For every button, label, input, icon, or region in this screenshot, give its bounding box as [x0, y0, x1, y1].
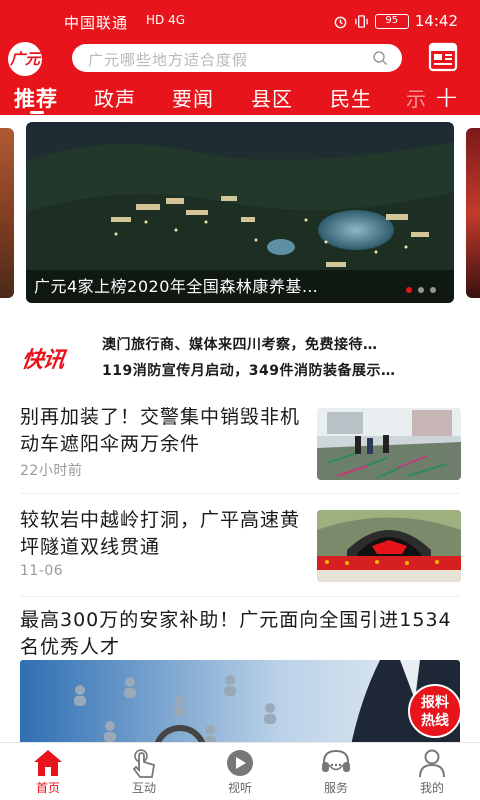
news-title: 较软岩中越岭打洞，广平高速黄坪隧道双线贯通 — [20, 509, 301, 558]
touch-icon — [132, 749, 156, 778]
nav-home[interactable]: 首页 — [0, 743, 96, 800]
news-title: 别再加装了！交警集中销毁非机动车遮阳伞两万余件 — [20, 406, 301, 455]
news-thumbnail — [317, 510, 461, 582]
divider — [20, 596, 460, 597]
vibrate-icon — [354, 14, 368, 28]
report-hotline-button[interactable]: 报料 热线 — [408, 684, 462, 738]
news-time: 11-06 — [20, 563, 64, 579]
search-bar[interactable]: 广元哪些地方适合度假 — [72, 44, 402, 72]
search-icon — [373, 51, 388, 66]
tab-zhengsheng[interactable]: 政声 — [94, 83, 136, 112]
previous-slide-peek[interactable] — [0, 128, 14, 298]
nav-media[interactable]: 视听 — [192, 743, 288, 800]
top-header: 中国联通 HD 4G 95 14:42 广元 广元哪些地方适合度假 推荐 政声 … — [0, 0, 480, 115]
flash-news-item[interactable]: 澳门旅行商、媒体来四川考察，免费接待… — [102, 334, 378, 354]
app-screen: 中国联通 HD 4G 95 14:42 广元 广元哪些地方适合度假 推荐 政声 … — [0, 0, 480, 800]
channel-tabs: 推荐 政声 要闻 县区 民生 示 + — [0, 80, 480, 115]
status-bar: 中国联通 HD 4G 95 14:42 — [0, 0, 480, 40]
carrier-name: 中国联通 — [64, 14, 129, 32]
banner-caption: 广元4家上榜2020年全国森林康养基… — [34, 277, 319, 296]
user-icon — [419, 749, 445, 778]
active-tab-indicator — [30, 111, 44, 114]
tab-overflow[interactable]: 示 — [406, 83, 426, 112]
add-channel-button[interactable]: + — [434, 80, 459, 115]
feature-title[interactable]: 最高300万的安家补助！广元面向全国引进1534名优秀人才 — [20, 607, 460, 661]
status-right: 95 14:42 — [333, 12, 458, 30]
carousel-dot — [430, 287, 436, 293]
home-icon — [34, 750, 62, 776]
divider — [20, 493, 460, 494]
tab-minsheng[interactable]: 民生 — [330, 83, 372, 112]
alarm-icon — [334, 16, 347, 28]
nav-label: 视听 — [227, 781, 252, 795]
bottom-navigation: 首页 互动 视听 服务 我的 — [0, 742, 480, 800]
headset-icon — [322, 749, 350, 772]
nav-label: 首页 — [35, 781, 60, 795]
report-hotline-line1: 报料 — [421, 695, 449, 711]
tab-yaowen[interactable]: 要闻 — [172, 83, 214, 112]
carousel-dot — [418, 287, 424, 293]
nav-service[interactable]: 服务 — [288, 743, 384, 800]
feature-image[interactable] — [20, 660, 460, 750]
battery-indicator: 95 — [374, 13, 409, 29]
nav-profile[interactable]: 我的 — [384, 743, 480, 800]
newspaper-icon[interactable] — [428, 42, 458, 72]
flash-news-logo: 快讯 — [19, 348, 66, 373]
nav-label: 互动 — [131, 781, 156, 795]
news-thumbnail — [317, 408, 461, 480]
app-logo[interactable]: 广元 — [8, 42, 42, 76]
flash-news[interactable]: 快讯 澳门旅行商、媒体来四川考察，免费接待… 119消防宣传月启动，349件消防… — [0, 328, 480, 384]
search-placeholder: 广元哪些地方适合度假 — [88, 51, 249, 69]
banner-carousel[interactable]: 广元4家上榜2020年全国森林康养基… — [0, 122, 480, 303]
network-indicator: HD 4G — [146, 13, 186, 27]
news-list-item[interactable]: 别再加装了！交警集中销毁非机动车遮阳伞两万余件 22小时前 — [0, 400, 480, 492]
news-time: 22小时前 — [20, 463, 83, 479]
carousel-indicators — [406, 287, 436, 293]
clock: 14:42 — [414, 12, 458, 30]
tab-tuijian[interactable]: 推荐 — [14, 83, 58, 113]
play-icon — [227, 750, 253, 776]
news-list-item[interactable]: 较软岩中越岭打洞，广平高速黄坪隧道双线贯通 11-06 — [0, 503, 480, 595]
nav-label: 服务 — [323, 781, 348, 795]
nav-interact[interactable]: 互动 — [96, 743, 192, 800]
flash-news-item[interactable]: 119消防宣传月启动，349件消防装备展示… — [102, 360, 395, 380]
tab-xianqu[interactable]: 县区 — [251, 83, 293, 112]
report-hotline-line2: 热线 — [421, 713, 449, 729]
carousel-dot — [406, 287, 412, 293]
next-slide-peek[interactable] — [466, 128, 480, 298]
banner-slide[interactable]: 广元4家上榜2020年全国森林康养基… — [26, 122, 454, 303]
nav-label: 我的 — [419, 781, 444, 795]
